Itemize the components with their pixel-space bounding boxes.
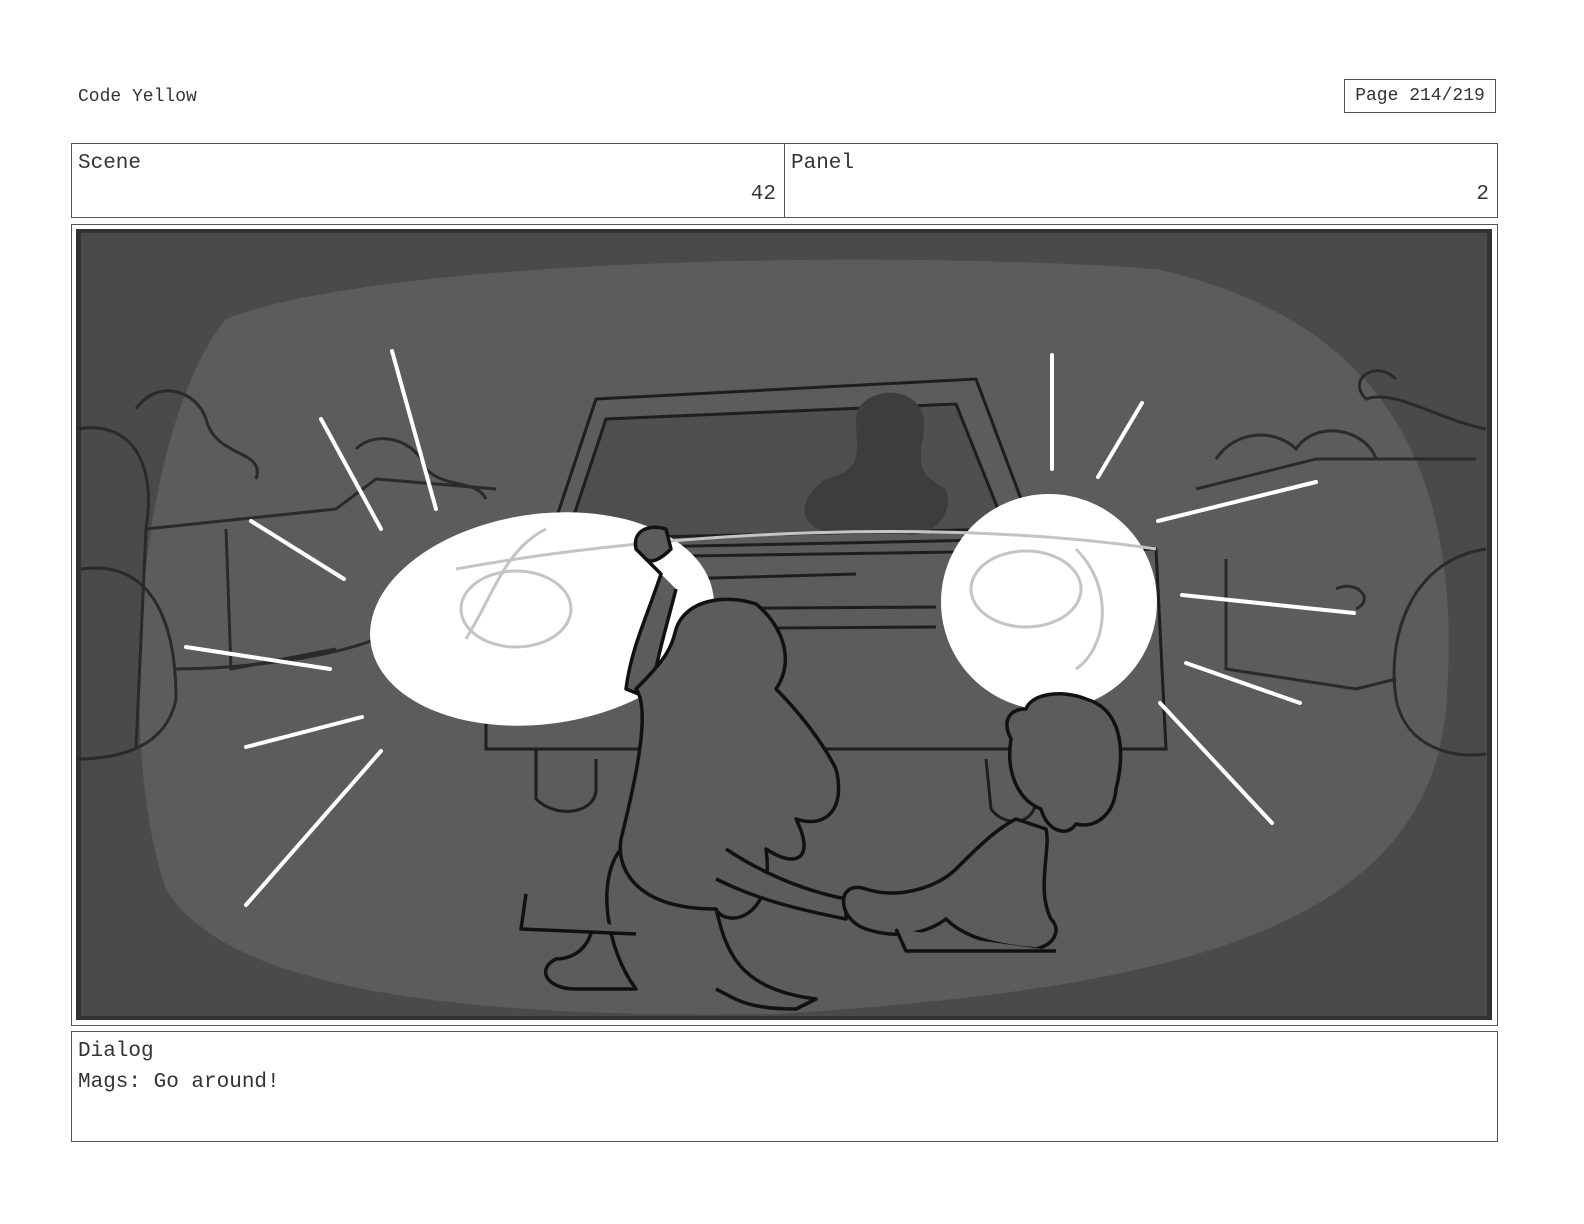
panel-number: 2 [1476,183,1489,206]
panel-cell: Panel 2 [784,144,1497,217]
scene-cell: Scene 42 [72,144,784,217]
dialog-box: Dialog Mags: Go around! [71,1031,1498,1142]
scene-number: 42 [750,183,776,206]
scene-label: Scene [78,152,142,175]
board-title: Code Yellow [78,87,197,107]
page-indicator: Page 214/219 [1344,79,1496,113]
panel-label: Panel [791,152,855,175]
dialog-label: Dialog [78,1040,154,1063]
scene-panel-row: Scene 42 Panel 2 [71,143,1498,218]
storyboard-panel [71,224,1498,1026]
panel-artwork [76,229,1492,1020]
dialog-text: Mags: Go around! [78,1071,280,1094]
